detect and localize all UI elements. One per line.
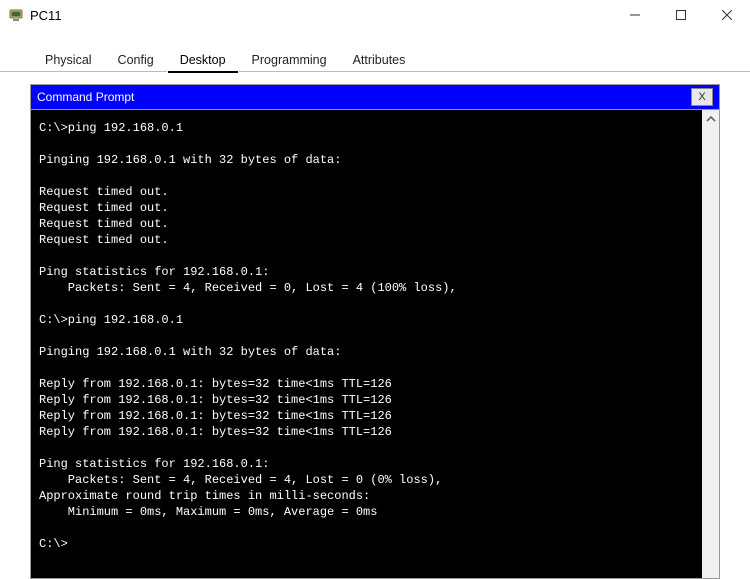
tab-label: Desktop bbox=[180, 53, 226, 67]
minimize-button[interactable] bbox=[612, 0, 658, 30]
pc-icon bbox=[8, 7, 24, 23]
maximize-button[interactable] bbox=[658, 0, 704, 30]
command-prompt-title: Command Prompt bbox=[37, 90, 691, 104]
tab-desktop[interactable]: Desktop bbox=[167, 48, 239, 72]
command-prompt-close-button[interactable]: X bbox=[691, 88, 713, 106]
tab-config[interactable]: Config bbox=[105, 48, 167, 72]
window-controls bbox=[612, 0, 750, 30]
command-prompt-output[interactable]: C:\>ping 192.168.0.1 Pinging 192.168.0.1… bbox=[31, 110, 702, 578]
tabs-bar: Physical Config Desktop Programming Attribut… bbox=[0, 48, 750, 72]
titlebar[interactable]: PC11 bbox=[0, 0, 750, 30]
desktop-content: Command Prompt X C:\>ping 192.168.0.1 Pi… bbox=[0, 72, 750, 579]
tab-physical[interactable]: Physical bbox=[32, 48, 105, 72]
pc-window: PC11 Physical Config Desktop Programming Att… bbox=[0, 0, 750, 579]
tab-label: Attributes bbox=[353, 53, 406, 67]
window-title: PC11 bbox=[30, 8, 612, 23]
tab-label: Config bbox=[118, 53, 154, 67]
command-prompt-titlebar[interactable]: Command Prompt X bbox=[30, 84, 720, 110]
scrollbar[interactable] bbox=[702, 110, 719, 578]
close-icon: X bbox=[698, 91, 705, 103]
scroll-up-icon[interactable] bbox=[706, 114, 716, 127]
tab-label: Programming bbox=[252, 53, 327, 67]
tab-attributes[interactable]: Attributes bbox=[340, 48, 419, 72]
tab-label: Physical bbox=[45, 53, 92, 67]
close-button[interactable] bbox=[704, 0, 750, 30]
tab-programming[interactable]: Programming bbox=[239, 48, 340, 72]
command-prompt-frame: C:\>ping 192.168.0.1 Pinging 192.168.0.1… bbox=[30, 110, 720, 579]
